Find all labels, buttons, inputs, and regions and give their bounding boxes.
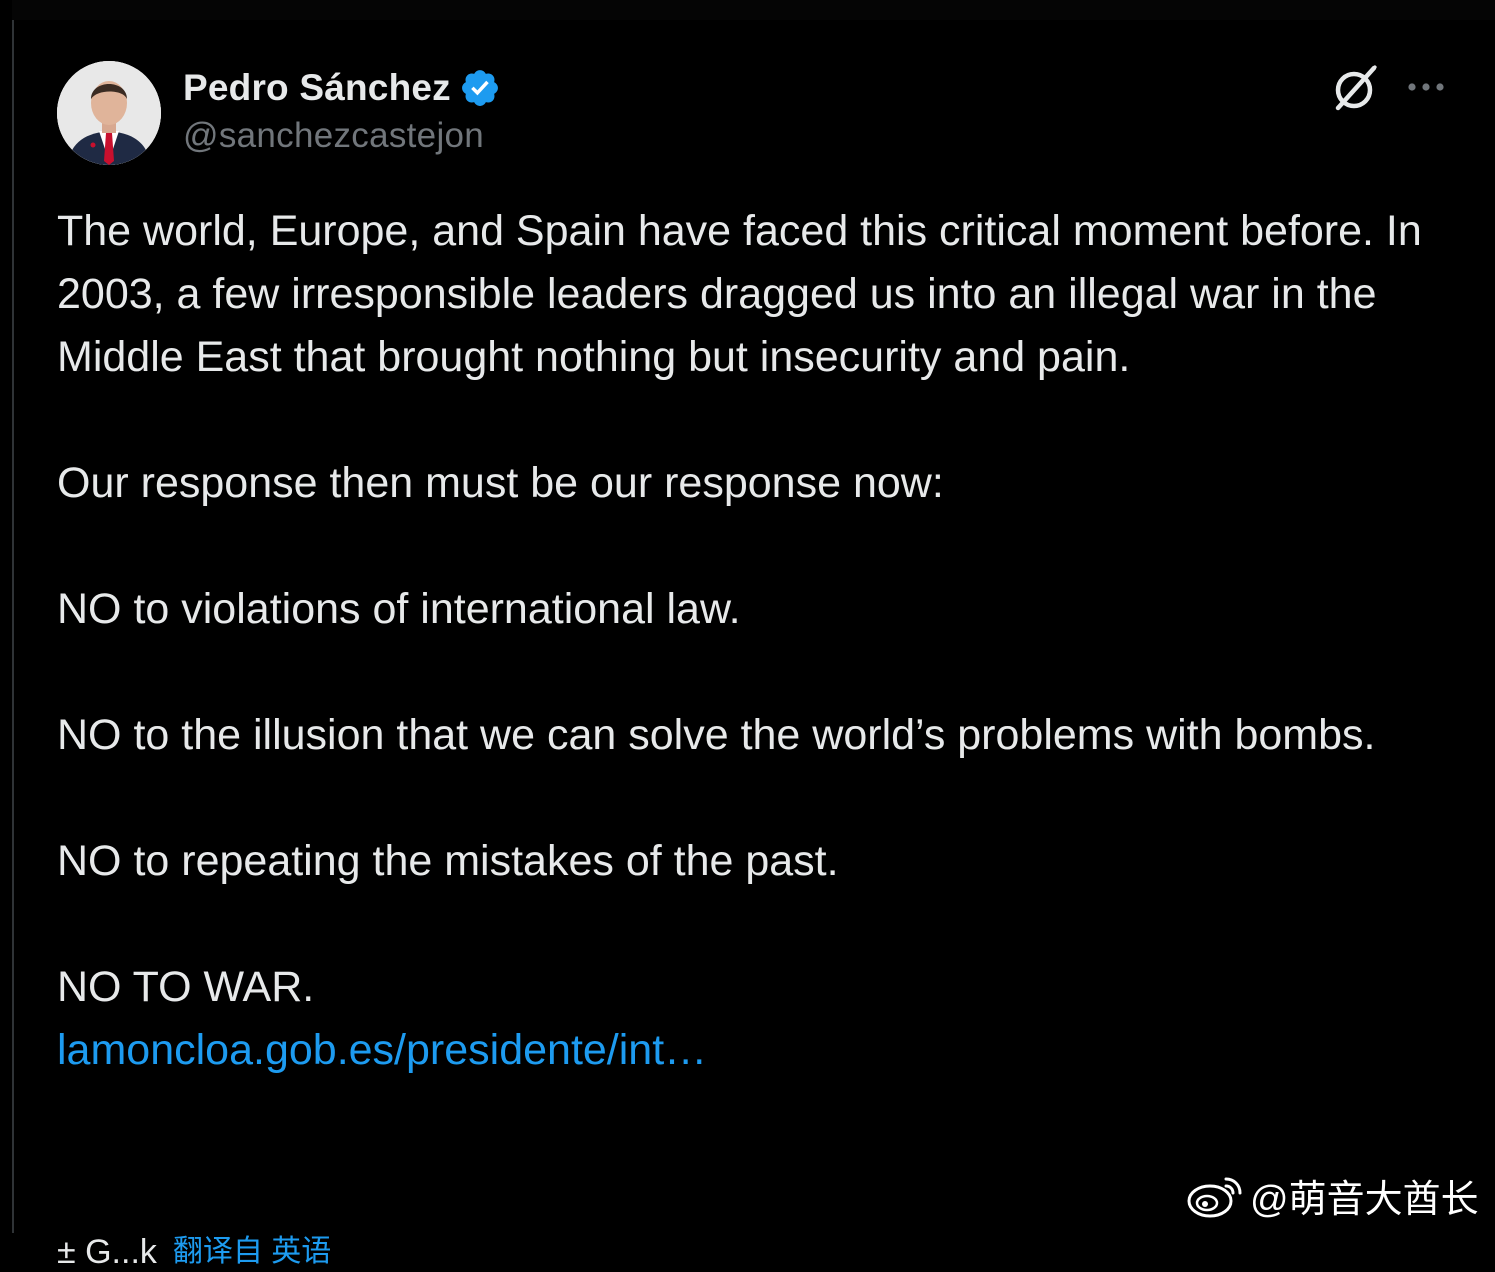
author-info: Pedro Sánchez @sanchezcastejon bbox=[183, 64, 501, 156]
profile-photo-icon bbox=[57, 61, 161, 165]
tweet-card: Pedro Sánchez @sanchezcastejon The world… bbox=[14, 20, 1495, 1271]
tweet-paragraph-1: The world, Europe, and Spain have faced … bbox=[57, 207, 1422, 381]
tweet-paragraph-4: NO to the illusion that we can solve the… bbox=[57, 711, 1376, 759]
weibo-icon bbox=[1186, 1173, 1244, 1219]
watermark-text: @萌音大酋长 bbox=[1250, 1179, 1479, 1221]
tweet-paragraph-2: Our response then must be our response n… bbox=[57, 459, 944, 507]
grok-slash-icon[interactable] bbox=[1328, 60, 1384, 116]
translate-row: ± G...k 翻译自 英语 bbox=[57, 1232, 331, 1271]
author-handle[interactable]: @sanchezcastejon bbox=[183, 116, 501, 156]
tweet-paragraph-6: NO TO WAR. bbox=[57, 963, 315, 1011]
top-divider bbox=[12, 0, 1495, 20]
verified-badge-icon[interactable] bbox=[459, 67, 501, 109]
author-display-name[interactable]: Pedro Sánchez bbox=[183, 67, 451, 109]
author-avatar[interactable] bbox=[57, 61, 161, 165]
cut-off-label: ± G...k bbox=[57, 1233, 157, 1271]
tweet-link[interactable]: lamoncloa.gob.es/presidente/int… bbox=[57, 1026, 707, 1074]
tweet-paragraph-3: NO to violations of international law. bbox=[57, 585, 741, 633]
translate-link[interactable]: 翻译自 英语 bbox=[173, 1232, 331, 1272]
ellipsis-icon[interactable] bbox=[1404, 70, 1448, 104]
tweet-paragraph-5: NO to repeating the mistakes of the past… bbox=[57, 837, 839, 885]
weibo-watermark: @萌音大酋长 bbox=[1186, 1168, 1479, 1223]
tweet-body: The world, Europe, and Spain have faced … bbox=[57, 200, 1477, 1082]
